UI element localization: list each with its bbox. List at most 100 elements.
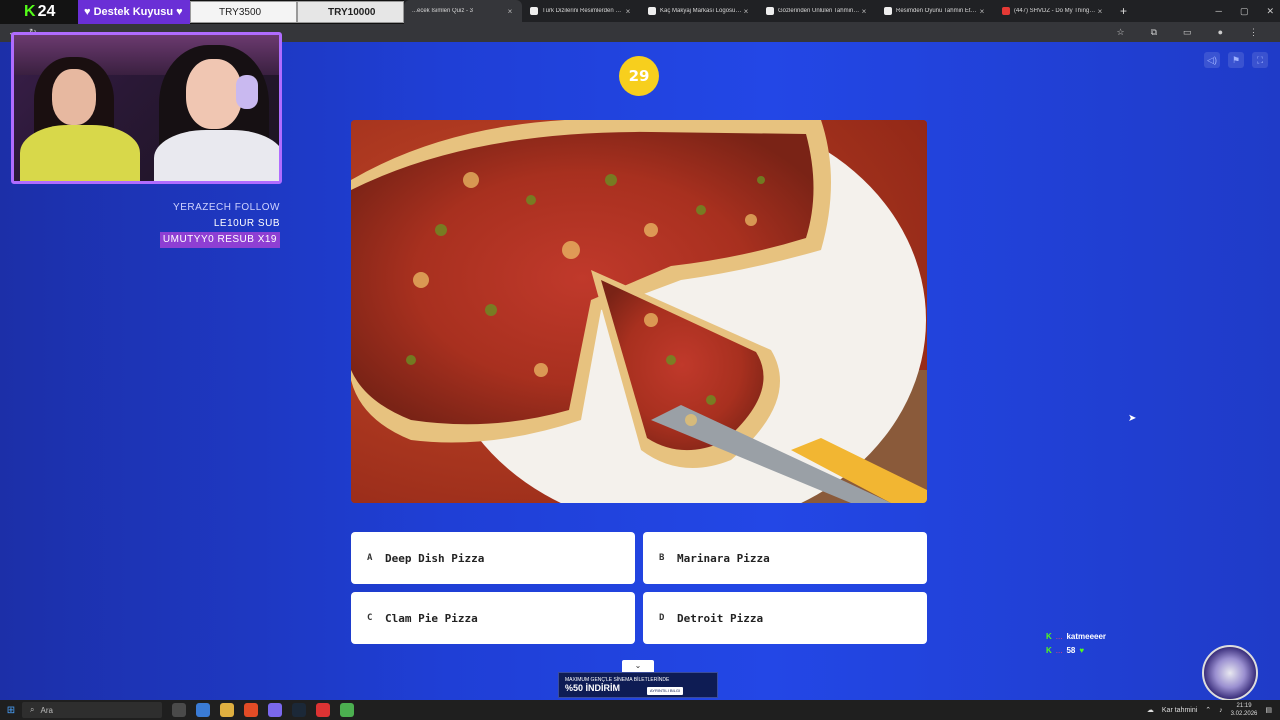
chat-username: ...: [1055, 632, 1063, 641]
kick-logo: K 24: [0, 0, 78, 24]
taskbar-search[interactable]: ⌕ Ara: [22, 702, 162, 718]
fullscreen-icon[interactable]: ⛶: [1252, 52, 1268, 68]
answer-text: Detroit Pizza: [677, 611, 764, 625]
ad-button[interactable]: AYRINTILI BILGI: [647, 687, 683, 695]
kick-icon: K: [1046, 646, 1052, 655]
chrome-icon[interactable]: [244, 703, 258, 717]
sound-icon[interactable]: ◁): [1204, 52, 1220, 68]
chat-text: katmeeeer: [1066, 632, 1107, 641]
close-icon[interactable]: ×: [1096, 7, 1104, 16]
search-placeholder: Ara: [40, 705, 53, 715]
answer-option-c[interactable]: C Clam Pie Pizza: [351, 592, 635, 644]
chat-message: K ... 58 ♥: [1046, 644, 1106, 658]
star-icon[interactable]: ☆: [1117, 27, 1125, 38]
tab-title: Gözlerinden Ünlüleri Tahmin Et: [778, 8, 860, 14]
streamer-2-shirt: [154, 130, 279, 181]
new-tab-button[interactable]: +: [1112, 4, 1135, 18]
webcam-feed: [11, 32, 282, 184]
answer-text: Marinara Pizza: [677, 551, 770, 565]
answer-text: Clam Pie Pizza: [385, 611, 478, 625]
streamer-2-face: [186, 59, 242, 129]
windows-taskbar: ⊞ ⌕ Ara ☁ Kar tahmini ⌃ ♪ 21:19 3.02.202…: [0, 700, 1280, 720]
close-icon[interactable]: ×: [742, 7, 750, 16]
stream-overlay-bar: K 24 ♥ Destek Kuyusu ♥ TRY3500 TRY10000: [0, 0, 404, 24]
quiz-controls: ◁) ⚑ ⛶: [1204, 52, 1268, 68]
channel-emblem-logo: [1202, 645, 1258, 701]
profile-icon[interactable]: ●: [1218, 27, 1223, 37]
volume-icon[interactable]: ♪: [1219, 707, 1223, 714]
favicon-icon: [648, 7, 656, 15]
goal-amount-2: TRY10000: [297, 1, 404, 23]
obs-icon[interactable]: [268, 703, 282, 717]
close-icon[interactable]: ×: [624, 7, 632, 16]
pizza-illustration: [351, 120, 927, 503]
browser-tab[interactable]: Gözlerinden Ünlüleri Tahmin Et ×: [758, 0, 876, 22]
kick-icon: K: [24, 3, 36, 20]
start-icon[interactable]: ⊞: [0, 705, 22, 716]
destek-kuyusu-label: ♥ Destek Kuyusu ♥: [78, 0, 190, 24]
extensions-icon[interactable]: ⧉: [1151, 27, 1157, 38]
taskbar-apps: [172, 703, 354, 717]
answer-letter: A: [367, 553, 373, 563]
edge-icon[interactable]: [196, 703, 210, 717]
clock-time: 21:19: [1236, 703, 1252, 709]
ad-banner[interactable]: MAXIMUM GENÇ'LE SİNEMA BİLETLERİNDE %50 …: [558, 672, 718, 698]
minimize-icon[interactable]: ─: [1216, 6, 1222, 16]
answer-option-a[interactable]: A Deep Dish Pizza: [351, 532, 635, 584]
favicon-icon: [884, 7, 892, 15]
maximize-icon[interactable]: ▢: [1240, 6, 1249, 17]
answer-option-d[interactable]: D Detroit Pizza: [643, 592, 927, 644]
goal-amount-1: TRY3500: [190, 1, 297, 23]
countdown-timer: 29: [619, 56, 659, 96]
browser-tab[interactable]: Kaç Makyaj Markası Logosu Bil ×: [640, 0, 758, 22]
chrome-active-icon[interactable]: [340, 703, 354, 717]
event-follow: YERAZECH FOLLOW: [173, 202, 280, 213]
favicon-icon: [766, 7, 774, 15]
event-sub: LE10UR SUB: [213, 218, 280, 229]
tab-title: (447) SHVDZ - Do My Thing [Tr: [1014, 8, 1096, 14]
network-icon[interactable]: ⌃: [1205, 706, 1211, 714]
quiz-image: [351, 120, 927, 503]
browser-tab[interactable]: (447) SHVDZ - Do My Thing [Tr ×: [994, 0, 1112, 22]
answer-option-b[interactable]: B Marinara Pizza: [643, 532, 927, 584]
streamer-1-shirt: [20, 125, 140, 181]
browser-tab[interactable]: Resimden Oyunu Tahmin Et - 1 ×: [876, 0, 994, 22]
heart-icon: ♥: [1079, 646, 1085, 655]
flag-icon[interactable]: ⚑: [1228, 52, 1244, 68]
chat-text: 58: [1066, 646, 1076, 655]
chat-message: K ... katmeeeer: [1046, 630, 1106, 644]
app-icon[interactable]: [316, 703, 330, 717]
notification-icon[interactable]: ▤: [1265, 706, 1272, 714]
close-icon[interactable]: ×: [506, 7, 514, 16]
window-controls: ─ ▢ ✕: [1216, 0, 1274, 22]
recent-events: YERAZECH FOLLOW LE10UR SUB UMUTYY0 RESUB…: [150, 200, 280, 248]
toolbar-actions: ☆ ⧉ ▭ ● ⋮: [1117, 22, 1270, 42]
answer-text: Deep Dish Pizza: [385, 551, 485, 565]
system-tray: ☁ Kar tahmini ⌃ ♪ 21:19 3.02.2026 ▤: [1147, 700, 1272, 720]
cast-icon[interactable]: ▭: [1183, 27, 1192, 38]
menu-icon[interactable]: ⋮: [1249, 27, 1258, 38]
close-window-icon[interactable]: ✕: [1266, 6, 1274, 17]
headset: [236, 75, 258, 109]
weather-text: Kar tahmini: [1161, 706, 1198, 714]
weather-icon: ☁: [1146, 707, 1154, 714]
clock[interactable]: 21:19 3.02.2026: [1231, 702, 1258, 718]
browser-tab[interactable]: ...ecek İsimleri Quiz - 3 ×: [404, 0, 522, 22]
close-icon[interactable]: ×: [978, 7, 986, 16]
browser-tab[interactable]: Türk Dizilerini Resimlerden Tahm ×: [522, 0, 640, 22]
answer-letter: B: [659, 553, 665, 563]
brand-number: 24: [37, 3, 56, 20]
kick-icon: K: [1046, 632, 1052, 641]
mouse-cursor-icon: ➤: [1128, 413, 1137, 424]
answer-letter: C: [367, 613, 373, 623]
search-icon: ⌕: [30, 705, 35, 714]
steam-icon[interactable]: [292, 703, 306, 717]
answer-letter: D: [659, 613, 665, 623]
event-resub: UMUTYY0 RESUB X19: [159, 232, 280, 248]
close-icon[interactable]: ×: [860, 7, 868, 16]
favicon-icon: [530, 7, 538, 15]
ad-collapse-button[interactable]: ⌄: [622, 660, 654, 672]
task-view-icon[interactable]: [172, 703, 186, 717]
file-explorer-icon[interactable]: [220, 703, 234, 717]
chat-overlay: K ... katmeeeer K ... 58 ♥: [1046, 630, 1106, 658]
